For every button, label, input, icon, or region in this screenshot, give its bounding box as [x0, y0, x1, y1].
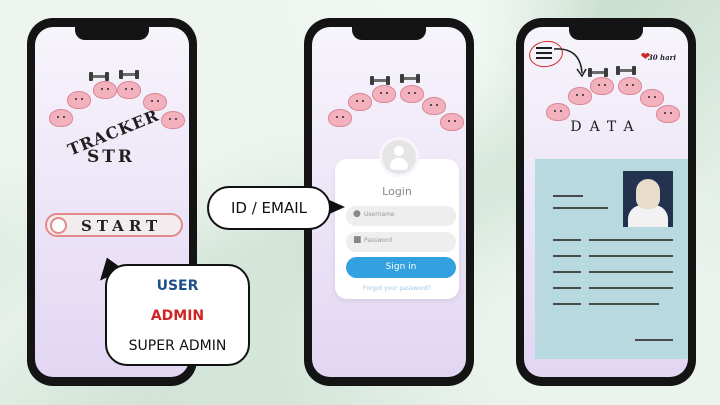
signin-button[interactable]: Sign in [346, 257, 456, 278]
brain-mascot [372, 85, 396, 103]
brain-mascot [590, 77, 614, 95]
password-field[interactable]: ■ Password [346, 232, 456, 252]
data-screen: ❤ 30 hari DATA [524, 27, 688, 377]
dumbbell-icon [119, 70, 139, 79]
dumbbell-icon [588, 68, 608, 77]
text-line [589, 255, 673, 257]
password-placeholder: Password [364, 237, 393, 244]
role-super-admin[interactable]: SUPER ADMIN [107, 338, 248, 354]
username-field[interactable]: ● Username [346, 206, 456, 226]
brain-mascot [618, 77, 642, 95]
text-line [589, 239, 673, 241]
text-line [553, 239, 581, 241]
login-card: Login ● Username ■ Password Sign in Forg… [335, 137, 459, 299]
brain-mascot [640, 89, 664, 107]
lock-icon: ■ [353, 235, 362, 245]
text-line [635, 339, 673, 341]
role-user[interactable]: USER [107, 278, 248, 294]
phone-notch [352, 27, 426, 40]
text-line [553, 287, 581, 289]
brand-subtitle: STR [87, 147, 136, 167]
text-line [589, 303, 659, 305]
phone-data-screen: ❤ 30 hari DATA [516, 18, 696, 386]
dumbbell-icon [616, 66, 636, 75]
dumbbell-icon [89, 72, 109, 81]
text-line [553, 271, 581, 273]
brain-mascot [568, 87, 592, 105]
brain-mascot [117, 81, 141, 99]
brain-mascot [400, 85, 424, 103]
user-avatar-icon [379, 137, 419, 177]
user-icon: ● [353, 209, 361, 219]
brain-mascot [67, 91, 91, 109]
login-title: Login [382, 185, 412, 198]
brain-mascot [440, 113, 464, 131]
phone-notch [569, 27, 643, 40]
brain-mascot [422, 97, 446, 115]
curved-arrow-icon [553, 48, 587, 78]
data-title: DATA [570, 119, 642, 135]
profile-photo [623, 171, 673, 227]
brain-mascot [49, 109, 73, 127]
text-line [589, 271, 673, 273]
text-line [553, 195, 583, 197]
forgot-password-link[interactable]: Forgot your password? [335, 285, 459, 292]
username-placeholder: Username [364, 211, 395, 218]
dumbbell-icon [370, 76, 390, 85]
id-email-bubble: ID / EMAIL [207, 186, 331, 230]
toggle-knob-icon [50, 217, 67, 234]
id-email-label: ID / EMAIL [230, 199, 308, 217]
dumbbell-icon [400, 74, 420, 83]
days-counter: 30 hari [647, 53, 676, 62]
role-admin[interactable]: ADMIN [107, 308, 248, 324]
brain-mascot [161, 111, 185, 129]
start-button[interactable]: START [45, 213, 183, 237]
profile-data-panel [535, 159, 688, 359]
text-line [553, 207, 608, 209]
phone-notch [75, 27, 149, 40]
brain-mascot [328, 109, 352, 127]
role-options-bubble: USER ADMIN SUPER ADMIN [105, 264, 250, 366]
brain-mascot [93, 81, 117, 99]
text-line [589, 287, 673, 289]
brain-mascot [348, 93, 372, 111]
text-line [553, 303, 581, 305]
text-line [553, 255, 581, 257]
start-label: START [81, 217, 163, 235]
